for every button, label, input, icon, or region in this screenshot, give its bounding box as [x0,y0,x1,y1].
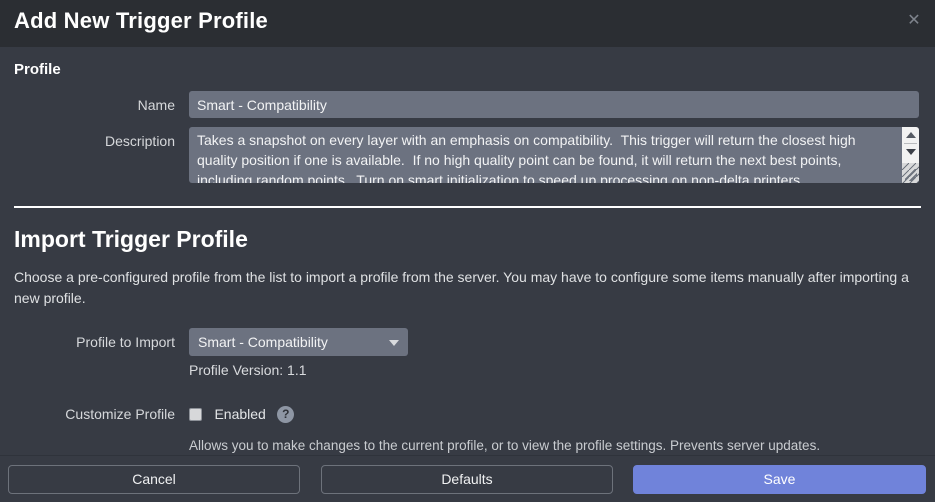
customize-profile-row: Customize Profile Enabled ? [14,400,921,428]
close-icon[interactable]: ✕ [905,11,923,29]
enabled-checkbox[interactable] [189,407,202,421]
chevron-down-icon [389,340,399,346]
customize-profile-hint: Allows you to make changes to the curren… [189,438,821,454]
save-button[interactable]: Save [633,465,926,494]
scroll-down-icon[interactable] [902,145,919,159]
name-row: Name [14,91,921,119]
profile-to-import-row: Profile to Import Smart - Compatibility [14,328,921,356]
import-section-intro: Choose a pre-configured profile from the… [14,269,909,306]
dialog-body: Profile Name Description Takes a snapsho… [0,47,935,455]
scrollbar-track [904,143,917,144]
dialog-footer: Cancel Defaults Save [0,455,935,502]
profile-version-row: Profile Version: 1.1 [14,362,921,378]
description-textarea[interactable]: Takes a snapshot on every layer with an … [189,127,919,183]
profile-to-import-label: Profile to Import [76,334,175,350]
customize-profile-label: Customize Profile [65,406,175,422]
description-row: Description Takes a snapshot on every la… [14,127,921,183]
customize-profile-controls: Enabled ? [189,400,295,428]
import-section: Import Trigger Profile Choose a pre-conf… [0,208,935,453]
cancel-button[interactable]: Cancel [8,465,300,494]
resize-grip-icon[interactable] [902,163,919,183]
dialog-header: Add New Trigger Profile ✕ [0,0,935,47]
import-section-heading: Import Trigger Profile [14,226,248,252]
description-label: Description [104,133,175,149]
name-input[interactable] [189,91,919,118]
name-label: Name [137,97,175,113]
customize-hint-row: Allows you to make changes to the curren… [14,438,921,453]
defaults-button[interactable]: Defaults [321,465,613,494]
profile-to-import-value: Smart - Compatibility [198,334,328,350]
profile-to-import-select[interactable]: Smart - Compatibility [189,328,408,356]
profile-section: Profile Name Description Takes a snapsho… [0,47,935,183]
enabled-label: Enabled [214,406,266,422]
page-title: Add New Trigger Profile [14,8,268,33]
scroll-up-icon[interactable] [902,128,919,142]
profile-version-text: Profile Version: 1.1 [189,362,307,378]
profile-section-heading: Profile [14,61,61,78]
description-textarea-wrap: Takes a snapshot on every layer with an … [189,127,919,183]
help-icon[interactable]: ? [277,405,295,423]
